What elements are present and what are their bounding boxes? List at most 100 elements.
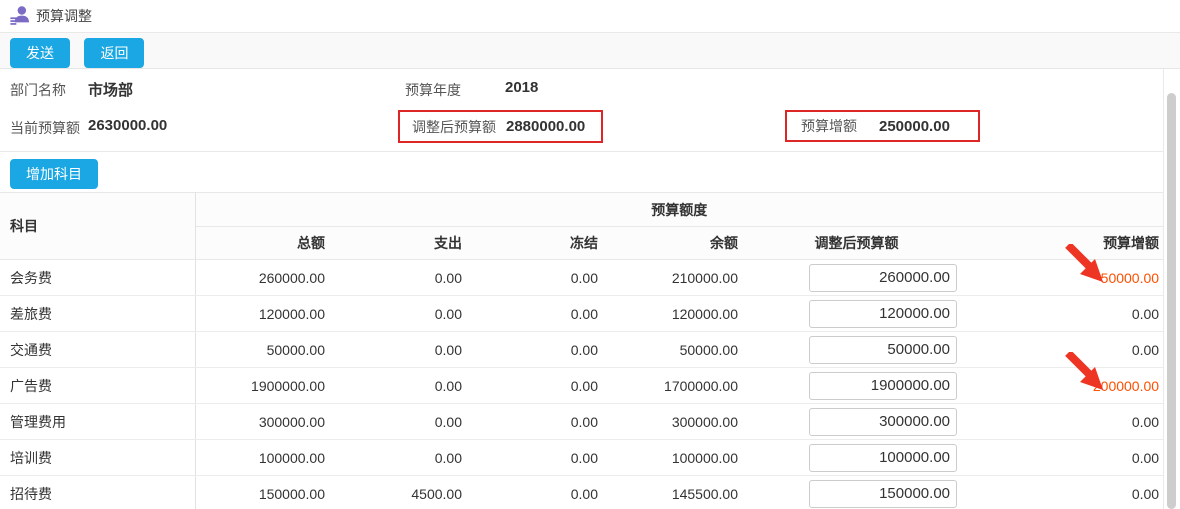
increase-value: 200000.00 [1093,378,1159,394]
page-title: 预算调整 [36,0,92,33]
column-group-header: 预算额度 [195,193,1163,227]
adjusted-budget-input[interactable] [809,336,957,364]
budget-increase-label: 预算增额 [801,116,857,136]
scrollbar-thumb[interactable] [1167,93,1176,509]
adjusted-budget-input[interactable] [809,300,957,328]
table-row: 会务费 260000.00 0.00 0.00 210000.00 50000.… [0,260,1163,296]
total-cell: 300000.00 [195,404,325,440]
increase-value: 0.00 [1132,306,1159,322]
increase-cell: 0.00 [975,332,1163,368]
budget-adjustment-page: 预算调整 发送 返回 部门名称 市场部 预算年度 2018 当前预算额 2630… [0,0,1180,509]
balance-cell: 50000.00 [598,332,738,368]
subject-cell: 广告费 [0,368,195,404]
balance-cell: 300000.00 [598,404,738,440]
adjusted-cell [738,332,975,368]
total-cell: 260000.00 [195,260,325,296]
adjusted-cell [738,260,975,296]
budget-increase-value: 250000.00 [879,118,950,135]
adjusted-cell [738,476,975,509]
total-cell: 100000.00 [195,440,325,476]
total-cell: 50000.00 [195,332,325,368]
adjusted-cell [738,404,975,440]
table-row: 广告费 1900000.00 0.00 0.00 1700000.00 2000… [0,368,1163,404]
column-header-total: 总额 [195,227,325,260]
frozen-cell: 0.00 [462,440,598,476]
column-header-increase: 预算增额 [975,227,1163,260]
increase-value: 0.00 [1132,450,1159,466]
budget-year-label: 预算年度 [405,80,461,100]
balance-cell: 1700000.00 [598,368,738,404]
budget-year-value: 2018 [505,79,538,96]
increase-cell: 0.00 [975,296,1163,332]
balance-cell: 100000.00 [598,440,738,476]
budget-table: 科目 预算额度 总额 支出 冻结 余额 调整后预算额 预算增额 会务费 2600… [0,192,1163,509]
increase-cell: 200000.00 [975,368,1163,404]
total-cell: 120000.00 [195,296,325,332]
column-header-frozen: 冻结 [462,227,598,260]
increase-value: 0.00 [1132,414,1159,430]
table-row: 交通费 50000.00 0.00 0.00 50000.00 0.00 [0,332,1163,368]
column-header-balance: 余额 [598,227,738,260]
increase-cell: 0.00 [975,440,1163,476]
balance-cell: 120000.00 [598,296,738,332]
dept-name-value: 市场部 [88,79,133,100]
add-subject-button[interactable]: 增加科目 [10,159,98,189]
page-header: 预算调整 [0,0,1180,33]
spent-cell: 0.00 [325,260,462,296]
adjusted-budget-input[interactable] [809,264,957,292]
frozen-cell: 0.00 [462,368,598,404]
frozen-cell: 0.00 [462,476,598,509]
vertical-scrollbar[interactable] [1163,69,1180,509]
spent-cell: 4500.00 [325,476,462,509]
balance-cell: 210000.00 [598,260,738,296]
adjusted-budget-highlight-box: 调整后预算额 2880000.00 [398,110,603,143]
column-header-spent: 支出 [325,227,462,260]
total-cell: 150000.00 [195,476,325,509]
table-row: 培训费 100000.00 0.00 0.00 100000.00 0.00 [0,440,1163,476]
adjusted-budget-label: 调整后预算额 [412,117,496,137]
subject-cell: 差旅费 [0,296,195,332]
increase-cell: 50000.00 [975,260,1163,296]
adjusted-budget-input[interactable] [809,408,957,436]
toolbar: 发送 返回 [0,33,1180,69]
adjusted-budget-value: 2880000.00 [506,118,585,135]
table-body: 会务费 260000.00 0.00 0.00 210000.00 50000.… [0,260,1163,509]
column-header-adjusted: 调整后预算额 [738,227,975,260]
frozen-cell: 0.00 [462,296,598,332]
adjusted-budget-input[interactable] [809,444,957,472]
adjusted-budget-input[interactable] [809,372,957,400]
adjusted-cell [738,368,975,404]
increase-value: 50000.00 [1101,270,1159,286]
adjusted-budget-input[interactable] [809,480,957,508]
subject-cell: 培训费 [0,440,195,476]
back-button[interactable]: 返回 [84,38,144,68]
increase-cell: 0.00 [975,476,1163,509]
table-row: 招待费 150000.00 4500.00 0.00 145500.00 0.0… [0,476,1163,509]
table-row: 管理费用 300000.00 0.00 0.00 300000.00 0.00 [0,404,1163,440]
frozen-cell: 0.00 [462,404,598,440]
spent-cell: 0.00 [325,332,462,368]
subject-cell: 管理费用 [0,404,195,440]
adjusted-cell [738,296,975,332]
subject-cell: 招待费 [0,476,195,509]
dept-name-label: 部门名称 [10,80,66,100]
spent-cell: 0.00 [325,296,462,332]
send-button[interactable]: 发送 [10,38,70,68]
spent-cell: 0.00 [325,440,462,476]
current-budget-value: 2630000.00 [88,117,167,134]
spent-cell: 0.00 [325,404,462,440]
spent-cell: 0.00 [325,368,462,404]
table-row: 差旅费 120000.00 0.00 0.00 120000.00 0.00 [0,296,1163,332]
increase-cell: 0.00 [975,404,1163,440]
adjusted-cell [738,440,975,476]
summary-form: 部门名称 市场部 预算年度 2018 当前预算额 2630000.00 调整后预… [0,69,1180,152]
subject-cell: 交通费 [0,332,195,368]
frozen-cell: 0.00 [462,260,598,296]
budget-increase-highlight-box: 预算增额 250000.00 [785,110,980,142]
add-subject-row: 增加科目 [0,152,1180,186]
total-cell: 1900000.00 [195,368,325,404]
current-budget-label: 当前预算额 [10,118,80,138]
frozen-cell: 0.00 [462,332,598,368]
subject-cell: 会务费 [0,260,195,296]
balance-cell: 145500.00 [598,476,738,509]
